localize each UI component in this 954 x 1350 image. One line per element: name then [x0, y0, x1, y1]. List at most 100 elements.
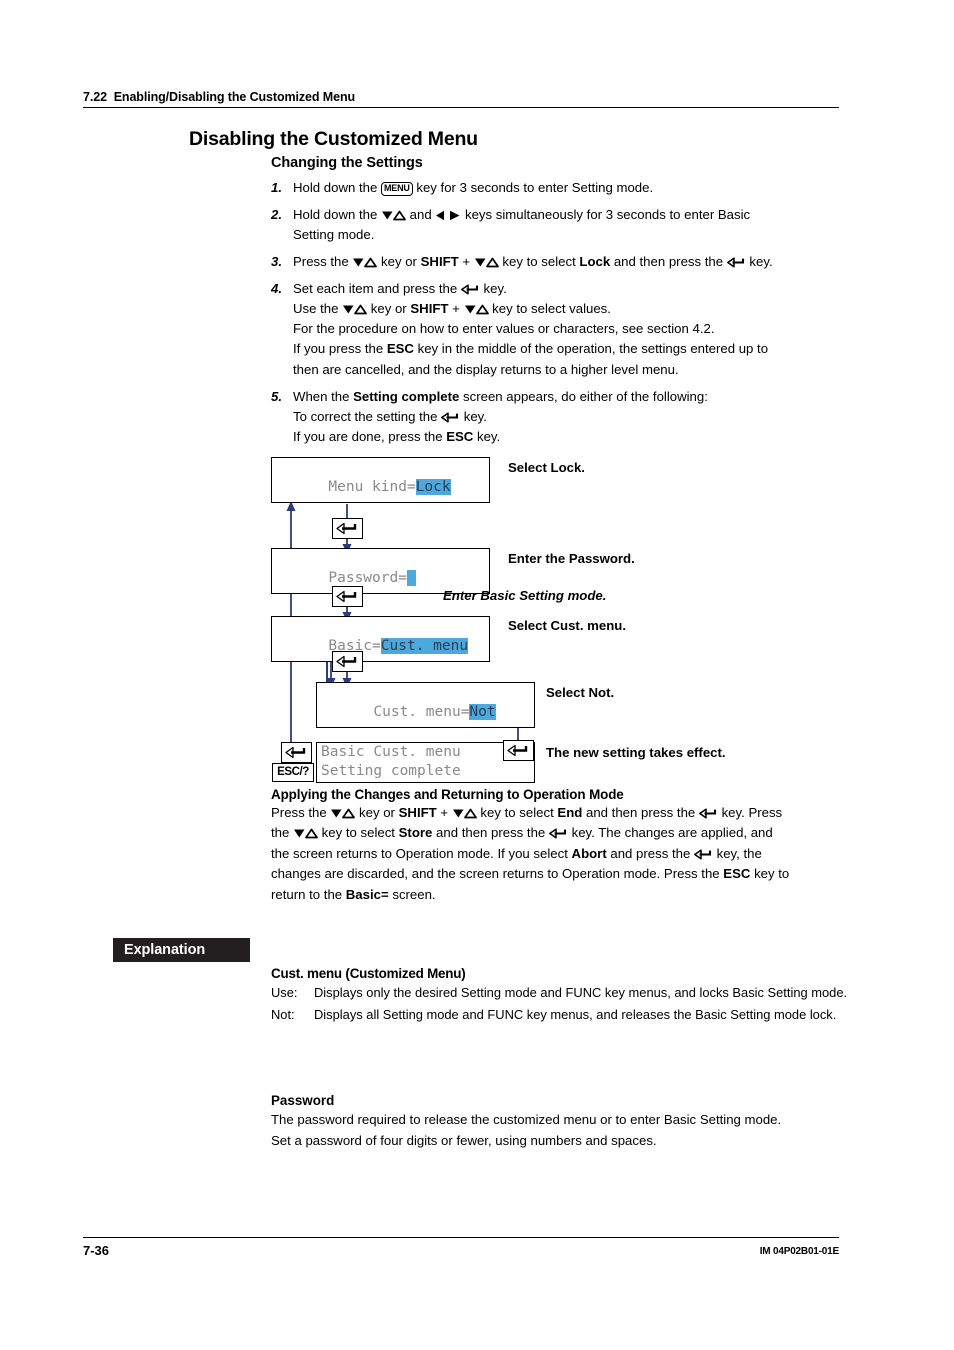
step-body: Hold down the and keys simultaneously fo…: [293, 205, 849, 245]
footer-page-number: 7-36: [83, 1243, 110, 1258]
emphasis-text: ESC: [723, 866, 751, 882]
explanation-tag: Explanation: [113, 938, 250, 962]
enter-key-icon: [332, 517, 363, 539]
emphasis-text: Lock: [579, 254, 611, 270]
text-run: Press the: [271, 804, 331, 820]
paragraph-line: Press the key or SHIFT + key to select E…: [271, 803, 849, 823]
text-run: To correct the setting the: [293, 408, 442, 424]
paragraph-line: the key to select Store and then press t…: [271, 823, 849, 843]
text-run: the screen returns to Operation mode. If…: [271, 845, 572, 861]
step-line: Set each item and press the key.: [293, 279, 849, 299]
lcd-screen-cust-menu: Cust. menu=Not: [316, 681, 535, 728]
text-run: When the: [293, 388, 354, 404]
lcd-text-line2: Setting complete: [321, 762, 461, 779]
updown-key-icon: [330, 808, 356, 819]
enter-key-glyph: [285, 746, 306, 758]
step-line: Setting mode.: [293, 225, 849, 245]
emphasis-text: Store: [398, 825, 433, 841]
step-line: then are cancelled, and the display retu…: [293, 360, 849, 380]
paragraph-line: return to the Basic= screen.: [271, 885, 849, 905]
paragraph-line: the screen returns to Operation mode. If…: [271, 844, 849, 864]
lcd-text: Password=: [328, 569, 407, 586]
enter-key-glyph: [336, 590, 357, 602]
emphasis-text: SHIFT: [398, 804, 437, 820]
definition-description: Displays only the desired Setting mode a…: [314, 985, 848, 1000]
enter-key-glyph: [336, 655, 357, 667]
emphasis-text: SHIFT: [420, 254, 459, 270]
procedure-step: 1. Hold down the MENU key for 3 seconds t…: [271, 178, 849, 198]
text-run: Hold down the: [293, 180, 381, 195]
page-header: 7.22 Enabling/Disabling the Customized M…: [83, 90, 839, 108]
enter-key-icon: [332, 585, 363, 607]
enter-key-icon: [694, 849, 713, 860]
diagram-note-select-lock: Select Lock.: [508, 459, 585, 475]
procedure-step: 3. Press the key or SHIFT + key to select…: [271, 252, 849, 272]
esc-key-button[interactable]: ESC/?: [272, 762, 314, 782]
step-number: 2.: [271, 207, 282, 223]
diagram-note-select-cust-menu: Select Cust. menu.: [508, 617, 626, 633]
text-run: and then press the: [432, 825, 549, 841]
enter-key-icon: [460, 284, 480, 295]
emphasis-text: ESC: [446, 428, 474, 444]
updown-key-icon: [474, 257, 499, 268]
text-run: key.: [460, 408, 487, 424]
text-run: key. The changes are applied, and: [567, 825, 773, 841]
footer-divider: [83, 1237, 839, 1238]
step-line: To correct the setting the key.: [293, 407, 849, 427]
emphasis-text: Abort: [571, 845, 607, 861]
text-run: then are cancelled, and the display retu…: [293, 361, 679, 377]
diagram-note-select-not: Select Not.: [546, 684, 615, 700]
emphasis-text: SHIFT: [410, 301, 449, 317]
lcd-screen-menu-kind: Menu kind=Lock: [271, 456, 490, 503]
step-body: Set each item and press the key. Use the …: [293, 279, 849, 379]
lcd-text: Cust. menu=: [373, 703, 470, 720]
text-run: key to select: [318, 825, 399, 841]
text-run: and then press the: [582, 804, 699, 820]
procedure-step-list: 1. Hold down the MENU key for 3 seconds t…: [189, 178, 849, 447]
text-run: key.: [479, 281, 507, 297]
procedure-step: 4. Set each item and press the key. Use th…: [271, 279, 849, 379]
text-run: screen appears, do either of the followi…: [459, 388, 708, 404]
definition-term: Use:: [271, 985, 298, 1000]
procedure-step: 2. Hold down the and keys simultaneously …: [271, 205, 849, 245]
diagram-note-enter-basic-setting-mode: Enter Basic Setting mode.: [443, 587, 607, 603]
main-content: Disabling the Customized Menu Changing t…: [189, 128, 849, 905]
emphasis-text: ESC: [386, 341, 414, 357]
text-run: +: [436, 804, 452, 820]
text-run: Press the: [293, 254, 353, 270]
password-section: Password The password required to releas…: [271, 1093, 851, 1151]
text-run: and: [405, 207, 436, 223]
enter-key-icon: [281, 741, 312, 763]
definition-row-use: Use: Displays only the desired Setting m…: [271, 983, 851, 1004]
text-run: and press the: [606, 845, 694, 861]
enter-key-icon: [698, 808, 718, 819]
enter-key-glyph: [507, 744, 528, 756]
header-section-number: 7.22: [83, 90, 107, 104]
settings-flow-diagram: Menu kind=Lock Select Lock. Password= En…: [271, 456, 849, 787]
step-body: When the Setting complete screen appears…: [293, 387, 849, 447]
definition-row-not: Not: Displays all Setting mode and FUNC …: [271, 1005, 851, 1026]
text-run: For the procedure on how to enter values…: [293, 321, 715, 337]
header-section-text: 7.22 Enabling/Disabling the Customized M…: [83, 90, 839, 104]
updown-key-icon: [452, 808, 477, 819]
step-line: Press the key or SHIFT + key to select L…: [293, 252, 849, 272]
lcd-cursor: [406, 569, 416, 586]
footer-document-code: IM 04P02B01-01E: [759, 1246, 839, 1257]
text-run: return to the: [271, 886, 346, 902]
enter-key-icon: [441, 412, 460, 423]
text-run: Set each item and press the: [293, 281, 461, 297]
leftright-key-icon: [435, 210, 461, 221]
text-run: and then press the: [610, 254, 727, 270]
updown-key-icon: [464, 304, 489, 315]
definition-term: Not:: [271, 1006, 295, 1022]
header-divider: [83, 107, 839, 108]
text-run: If you press the: [293, 341, 387, 357]
text-run: Use the: [293, 301, 343, 317]
applying-heading: Applying the Changes and Returning to Op…: [271, 786, 624, 802]
step-number: 5.: [271, 388, 282, 404]
step-line: For the procedure on how to enter values…: [293, 319, 849, 339]
password-line: Set a password of four digits or fewer, …: [271, 1133, 657, 1149]
menu-key-icon: MENU: [380, 181, 413, 196]
step-line: Use the key or SHIFT + key to select val…: [293, 299, 849, 319]
text-run: key. Press: [717, 804, 783, 820]
